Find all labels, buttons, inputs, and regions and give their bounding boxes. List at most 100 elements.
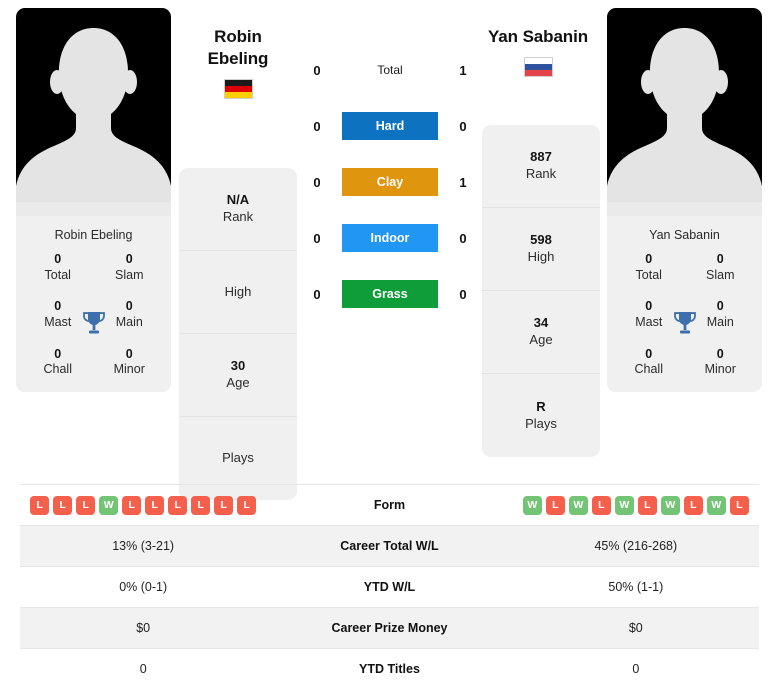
info-label: Rank [222, 209, 254, 224]
form-badge-loss[interactable]: L [237, 495, 257, 515]
form-badge-loss[interactable]: L [637, 495, 657, 515]
surface-badge-clay[interactable]: Clay [342, 168, 438, 196]
stats-label-career-total-wl: Career Total W/L [340, 539, 439, 553]
info-row-plays: R Plays [482, 374, 600, 457]
germany-flag-icon [223, 78, 253, 99]
trophy-icon [673, 311, 696, 334]
title-stat-slam: 0 Slam [685, 252, 757, 283]
stats-right-value: 0 [632, 662, 640, 676]
title-stat-label: Chall [43, 362, 73, 377]
info-value: 598 [530, 232, 552, 248]
title-stat-label: Minor [113, 362, 145, 377]
player-card-right[interactable]: Yan Sabanin 0 Total 0 Slam 0 Mast 0 Main [607, 8, 762, 392]
info-value: R [536, 398, 546, 414]
stats-right-value: 50% (1-1) [608, 580, 664, 594]
h2h-label-total: Total [377, 63, 403, 77]
h2h-right-score: 1 [459, 62, 467, 78]
form-badge-loss[interactable]: L [168, 495, 188, 515]
h2h-row-total: 0 Total 1 [306, 56, 474, 84]
avatar-silhouette-icon [607, 28, 762, 216]
stats-left-value: 0% (0-1) [119, 580, 168, 594]
info-row-high: High [179, 251, 297, 334]
surface-badge-hard[interactable]: Hard [342, 112, 438, 140]
h2h-left-score: 0 [313, 118, 321, 134]
form-badge-loss[interactable]: L [214, 495, 234, 515]
player-name-left-line1: Robin [214, 27, 262, 46]
h2h-row-clay: 0 Clay 1 [306, 168, 474, 196]
player-card-left[interactable]: Robin Ebeling 0 Total 0 Slam 0 Mast 0 Ma… [16, 8, 171, 392]
form-badge-loss[interactable]: L [591, 495, 611, 515]
info-row-age: 34 Age [482, 291, 600, 374]
info-row-rank: 887 Rank [482, 125, 600, 208]
form-badge-loss[interactable]: L [545, 495, 565, 515]
info-label: High [527, 249, 555, 264]
info-label: Age [226, 375, 250, 390]
title-stat-value: 0 [716, 252, 724, 266]
form-badge-win[interactable]: W [568, 495, 588, 515]
player-card-name-right: Yan Sabanin [607, 216, 762, 252]
form-badge-loss[interactable]: L [53, 495, 73, 515]
form-badge-loss[interactable]: L [76, 495, 96, 515]
form-list-left: LLLWLLLLLL [20, 495, 266, 515]
form-badges-right: WLWLWLWLWL [513, 495, 759, 515]
title-stat-slam: 0 Slam [94, 252, 166, 283]
player-name-left[interactable]: Robin Ebeling [178, 26, 298, 70]
player-card-name-left: Robin Ebeling [16, 216, 171, 252]
surface-badge-grass[interactable]: Grass [342, 280, 438, 308]
player-info-card-left: N/A Rank High 30 Age Plays [179, 168, 297, 500]
h2h-left-score: 0 [313, 62, 321, 78]
info-value: 30 [230, 358, 246, 374]
title-stat-label: Total [635, 267, 662, 282]
info-label: Plays [222, 450, 254, 466]
form-badge-win[interactable]: W [660, 495, 680, 515]
stats-right-value: 45% (216-268) [594, 539, 678, 553]
player-name-right[interactable]: Yan Sabanin [478, 26, 598, 48]
stats-row-career-prize-money: $0 Career Prize Money $0 [20, 607, 759, 648]
stats-comparison-table: LLLWLLLLLL Form WLWLWLWLWL 13% (3-21) Ca… [0, 484, 779, 689]
photo-floor [16, 202, 171, 216]
form-badge-win[interactable]: W [706, 495, 726, 515]
form-list-right: WLWLWLWLWL [513, 495, 759, 515]
player-name-block-right: Yan Sabanin [478, 26, 598, 77]
stats-row-form: LLLWLLLLLL Form WLWLWLWLWL [20, 484, 759, 525]
titles-grid-left: 0 Total 0 Slam 0 Mast 0 Main 0 Chall 0 M… [16, 252, 171, 392]
title-stat-label: Slam [706, 267, 735, 282]
title-stat-label: Minor [704, 362, 736, 377]
form-badge-loss[interactable]: L [122, 495, 142, 515]
title-stat-value: 0 [125, 252, 133, 266]
player-photo-right [607, 8, 762, 216]
h2h-row-grass: 0 Grass 0 [306, 280, 474, 308]
info-label: Rank [525, 166, 557, 181]
h2h-right-score: 0 [459, 230, 467, 246]
player-photo-left [16, 8, 171, 216]
stats-right-value: $0 [628, 621, 643, 635]
player-name-block-left: Robin Ebeling [178, 26, 298, 99]
stats-label-career-prize-money: Career Prize Money [331, 621, 448, 635]
title-stat-minor: 0 Minor [94, 347, 166, 378]
info-row-high: 598 High [482, 208, 600, 291]
surface-badge-indoor[interactable]: Indoor [342, 224, 438, 252]
stats-label-ytd-wl: YTD W/L [363, 580, 416, 594]
form-badge-loss[interactable]: L [683, 495, 703, 515]
form-badge-loss[interactable]: L [30, 495, 50, 515]
player-comparison-page: Robin Ebeling 0 Total 0 Slam 0 Mast 0 Ma… [0, 0, 779, 699]
avatar-silhouette-icon [16, 28, 171, 216]
title-stat-minor: 0 Minor [685, 347, 757, 378]
info-row-rank: N/A Rank [179, 168, 297, 251]
stats-label-ytd-titles: YTD Titles [359, 662, 420, 676]
form-badge-loss[interactable]: L [191, 495, 211, 515]
form-badge-loss[interactable]: L [729, 495, 749, 515]
form-badge-win[interactable]: W [99, 495, 119, 515]
form-badge-win[interactable]: W [522, 495, 542, 515]
h2h-right-score: 0 [459, 286, 467, 302]
stats-row-ytd-wl: 0% (0-1) YTD W/L 50% (1-1) [20, 566, 759, 607]
info-value: N/A [226, 192, 250, 208]
title-stat-value: 0 [645, 252, 653, 266]
stats-label-form: Form [373, 498, 406, 512]
form-badge-win[interactable]: W [614, 495, 634, 515]
stats-row-career-total-wl: 13% (3-21) Career Total W/L 45% (216-268… [20, 525, 759, 566]
title-stat-label: Total [44, 267, 71, 282]
form-badge-loss[interactable]: L [145, 495, 165, 515]
stats-left-value: 13% (3-21) [112, 539, 175, 553]
title-stat-label: Chall [634, 362, 664, 377]
